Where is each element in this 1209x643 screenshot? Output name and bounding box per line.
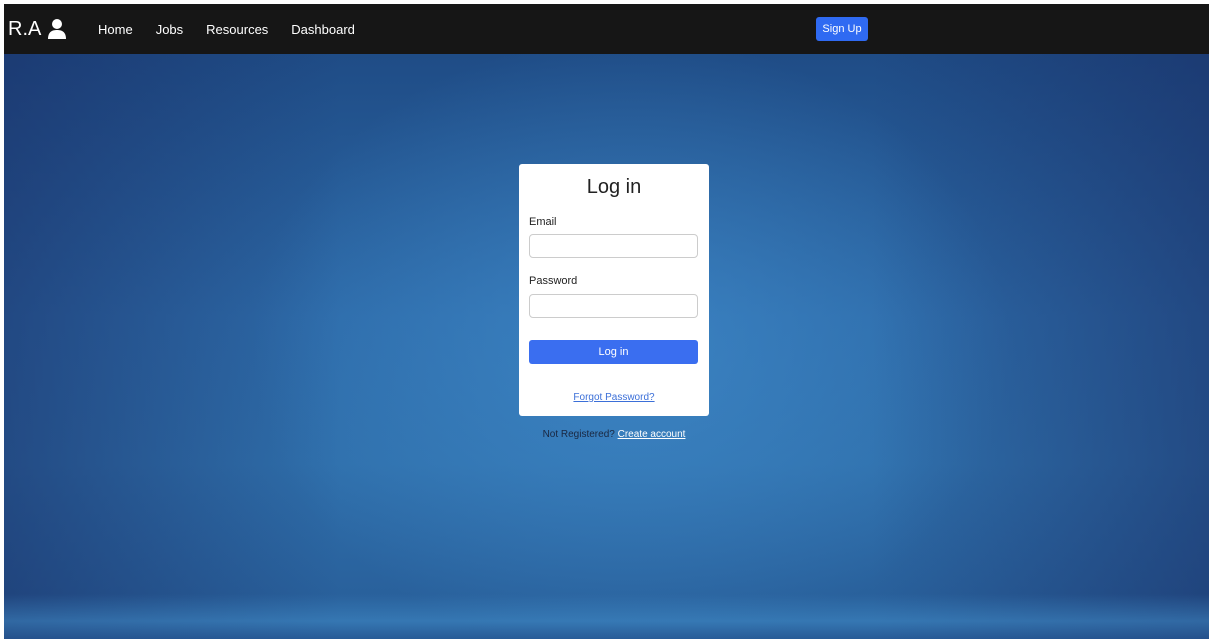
user-icon <box>48 19 67 39</box>
email-label: Email <box>529 216 557 228</box>
app-frame: R.A Home Jobs Resources Dashboard Sign U… <box>4 4 1209 639</box>
brand-logo-text: R.A <box>8 17 42 40</box>
password-label: Password <box>529 275 578 287</box>
forgot-password-link[interactable]: Forgot Password? <box>519 392 709 403</box>
not-registered-text: Not Registered? <box>542 429 615 440</box>
nav-resources-link[interactable]: Resources <box>206 22 268 37</box>
nav-home-link[interactable]: Home <box>98 22 133 37</box>
create-account-link[interactable]: Create account <box>618 429 686 440</box>
login-submit-button[interactable]: Log in <box>529 340 698 364</box>
password-input[interactable] <box>529 294 698 318</box>
email-input[interactable] <box>529 234 698 258</box>
nav-jobs-link[interactable]: Jobs <box>156 22 183 37</box>
register-prompt: Not Registered? Create account <box>519 429 709 440</box>
nav-links: Home Jobs Resources Dashboard <box>98 4 378 54</box>
brand[interactable]: R.A <box>8 16 67 42</box>
login-title: Log in <box>586 176 642 198</box>
login-card: Log in Email Password Log in Forgot Pass… <box>519 164 709 416</box>
signup-button[interactable]: Sign Up <box>816 17 868 41</box>
nav-dashboard-link[interactable]: Dashboard <box>291 22 355 37</box>
top-navbar: R.A Home Jobs Resources Dashboard Sign U… <box>4 4 1209 54</box>
